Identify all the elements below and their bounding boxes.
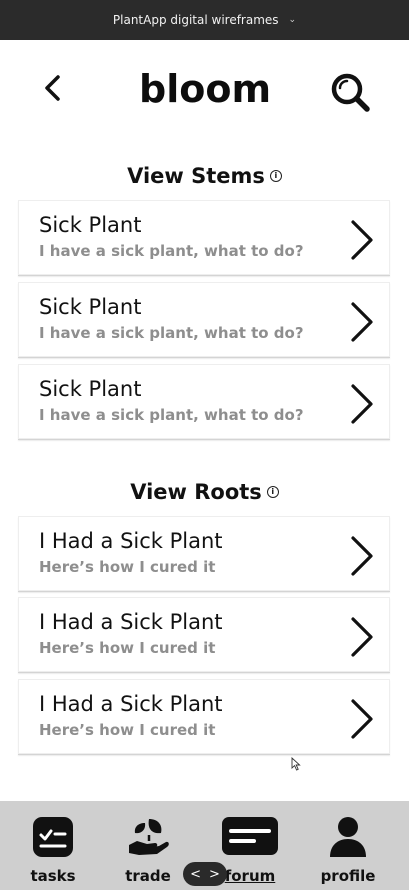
section-title-stems: View Stems i — [0, 164, 409, 188]
list-item-subtitle: I have a sick plant, what to do? — [39, 406, 304, 424]
list-item-title: Sick Plant — [39, 213, 142, 237]
trade-icon — [129, 819, 169, 855]
nav-item-trade[interactable]: trade — [108, 815, 188, 885]
nav-label: trade — [125, 867, 171, 885]
search-icon[interactable] — [328, 70, 372, 114]
chevron-right-icon[interactable] — [349, 383, 375, 425]
header: bloom — [0, 55, 409, 125]
pager-next-button[interactable]: > — [209, 867, 220, 882]
nav-item-tasks[interactable]: tasks — [13, 815, 93, 885]
chevron-down-icon[interactable]: ⌄ — [289, 15, 297, 25]
list-item[interactable]: I Had a Sick Plant Here’s how I cured it — [18, 597, 390, 672]
tasks-icon — [33, 817, 73, 857]
list-item-subtitle: I have a sick plant, what to do? — [39, 242, 304, 260]
section-title-text: View Stems — [127, 164, 265, 188]
nav-label: tasks — [30, 867, 76, 885]
list-item[interactable]: Sick Plant I have a sick plant, what to … — [18, 200, 390, 275]
page-switcher[interactable]: < > — [183, 862, 227, 886]
nav-label: profile — [320, 867, 376, 885]
list-item-subtitle: I have a sick plant, what to do? — [39, 324, 304, 342]
profile-icon — [330, 817, 366, 857]
chevron-left-icon[interactable] — [40, 73, 66, 103]
list-item-subtitle: Here’s how I cured it — [39, 721, 216, 739]
chevron-right-icon[interactable] — [349, 616, 375, 658]
section-title-text: View Roots — [130, 480, 262, 504]
chevron-right-icon[interactable] — [349, 698, 375, 740]
pager-prev-button[interactable]: < — [190, 867, 201, 882]
brand-logo: bloom — [139, 67, 272, 111]
app-title: PlantApp digital wireframes — [112, 13, 279, 27]
list-item[interactable]: Sick Plant I have a sick plant, what to … — [18, 364, 390, 439]
list-item-subtitle: Here’s how I cured it — [39, 639, 216, 657]
info-icon[interactable]: i — [266, 486, 279, 498]
nav-item-profile[interactable]: profile — [308, 815, 388, 885]
list-item-title: I Had a Sick Plant — [39, 692, 223, 716]
list-item-title: Sick Plant — [39, 377, 142, 401]
list-item-title: I Had a Sick Plant — [39, 610, 223, 634]
list-item-title: Sick Plant — [39, 295, 142, 319]
list-item[interactable]: I Had a Sick Plant Here’s how I cured it — [18, 679, 390, 754]
chevron-right-icon[interactable] — [349, 301, 375, 343]
info-icon[interactable]: i — [269, 170, 282, 182]
mouse-cursor-icon — [291, 757, 301, 771]
chevron-right-icon[interactable] — [349, 535, 375, 577]
list-item[interactable]: Sick Plant I have a sick plant, what to … — [18, 282, 390, 357]
forum-icon — [222, 817, 278, 855]
app-title-bar[interactable]: PlantApp digital wireframes ⌄ — [0, 0, 409, 40]
section-title-roots: View Roots i — [0, 480, 409, 504]
list-item[interactable]: I Had a Sick Plant Here’s how I cured it — [18, 516, 390, 591]
list-item-title: I Had a Sick Plant — [39, 529, 223, 553]
list-item-subtitle: Here’s how I cured it — [39, 558, 216, 576]
chevron-right-icon[interactable] — [349, 219, 375, 261]
